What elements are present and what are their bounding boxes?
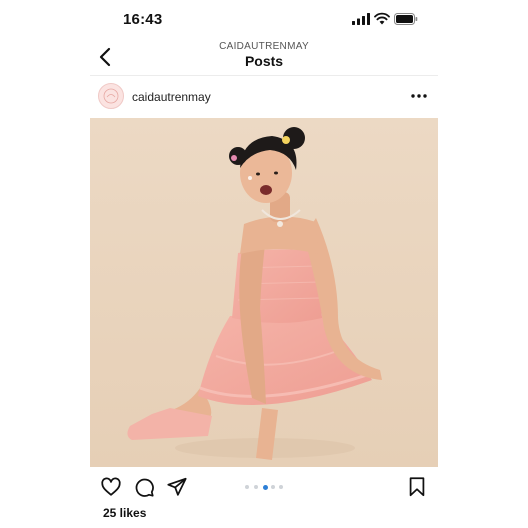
comment-icon bbox=[135, 478, 154, 497]
carousel-dot bbox=[271, 485, 275, 489]
likes-count[interactable]: 25 likes bbox=[103, 506, 146, 520]
heart-icon bbox=[101, 477, 121, 496]
post-actions bbox=[90, 470, 438, 504]
post-username[interactable]: caidautrenmay bbox=[132, 90, 211, 104]
avatar[interactable] bbox=[98, 83, 124, 109]
more-options-button[interactable] bbox=[408, 86, 430, 106]
photo-illustration bbox=[90, 118, 438, 467]
avatar-logo bbox=[103, 88, 119, 104]
post-header: caidautrenmay bbox=[90, 78, 438, 116]
carousel-dot-active bbox=[262, 484, 268, 490]
carousel-dot bbox=[245, 485, 249, 489]
system-icons bbox=[352, 12, 422, 26]
header-divider bbox=[90, 75, 438, 76]
carousel-dot bbox=[254, 485, 258, 489]
nav-bar: CAIDAUTRENMAY Posts bbox=[0, 38, 528, 76]
like-button[interactable] bbox=[100, 476, 122, 498]
carousel-indicator bbox=[245, 484, 285, 491]
more-horizontal-icon bbox=[411, 94, 427, 98]
bookmark-icon bbox=[409, 477, 425, 497]
carousel-dot bbox=[279, 485, 283, 489]
wifi-icon bbox=[374, 12, 390, 25]
status-time: 16:43 bbox=[123, 11, 163, 28]
share-button[interactable] bbox=[166, 476, 188, 498]
page-title: Posts bbox=[244, 53, 284, 69]
comment-button[interactable] bbox=[133, 476, 155, 498]
post-image[interactable] bbox=[90, 118, 438, 467]
save-button[interactable] bbox=[406, 476, 428, 498]
account-name: CAIDAUTRENMAY bbox=[219, 41, 309, 52]
send-icon bbox=[167, 477, 187, 496]
status-bar: 16:43 bbox=[0, 0, 528, 38]
cellular-signal-icon bbox=[352, 13, 370, 25]
battery-icon bbox=[394, 13, 418, 25]
